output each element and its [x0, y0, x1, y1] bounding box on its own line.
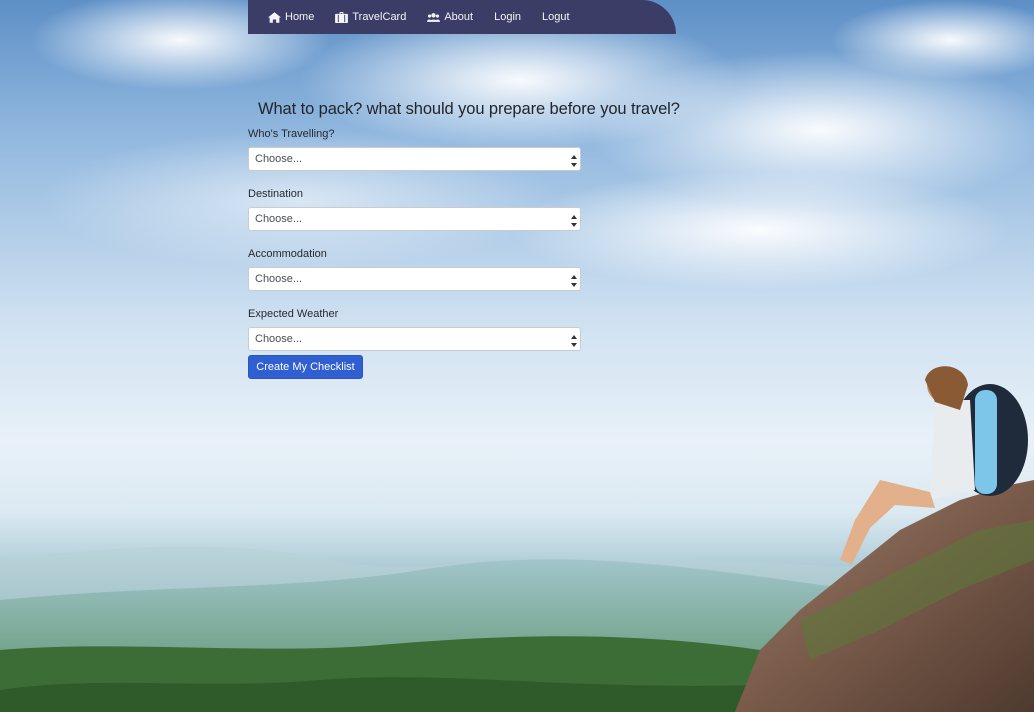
users-icon — [427, 12, 441, 23]
weather-select[interactable]: Choose... — [248, 327, 581, 351]
accommodation-label: Accommodation — [248, 248, 327, 260]
weather-label: Expected Weather — [248, 308, 339, 320]
nav-home[interactable]: Home — [268, 11, 314, 23]
suitcase-icon — [335, 11, 349, 23]
nav-home-label: Home — [285, 11, 315, 23]
accommodation-select[interactable]: Choose... — [248, 267, 581, 291]
weather-selected-value: Choose... — [255, 333, 303, 345]
nav-logout[interactable]: Logut — [542, 11, 570, 23]
nav-login-label: Login — [494, 11, 522, 23]
nav-about[interactable]: About — [427, 11, 473, 23]
destination-select[interactable]: Choose... — [248, 207, 581, 231]
field-accommodation: Accommodation Choose... — [248, 247, 582, 291]
nav-travelcard[interactable]: TravelCard — [335, 11, 406, 23]
home-icon — [268, 11, 281, 23]
accommodation-selected-value: Choose... — [255, 273, 303, 285]
travellers-select[interactable]: Choose... — [248, 147, 581, 171]
field-destination: Destination Choose... — [248, 187, 582, 231]
create-checklist-button[interactable]: Create My Checklist — [248, 355, 363, 379]
nav-about-label: About — [444, 11, 474, 23]
destination-label: Destination — [248, 188, 304, 200]
select-arrows-icon — [571, 273, 577, 287]
select-arrows-icon — [571, 153, 577, 167]
field-travellers: Who's Travelling? Choose... — [248, 127, 582, 171]
packing-form: Who's Travelling? Choose... Destination … — [248, 127, 582, 367]
travellers-label: Who's Travelling? — [248, 128, 335, 140]
destination-selected-value: Choose... — [255, 213, 303, 225]
select-arrows-icon — [571, 213, 577, 227]
nav-travelcard-label: TravelCard — [352, 11, 407, 23]
nav-logout-label: Logut — [542, 11, 570, 23]
page-title: What to pack? what should you prepare be… — [258, 100, 680, 118]
top-navbar: Home TravelCard About Login Logut — [248, 0, 676, 34]
field-weather: Expected Weather Choose... — [248, 307, 582, 351]
travellers-selected-value: Choose... — [255, 153, 303, 165]
nav-login[interactable]: Login — [494, 11, 521, 23]
select-arrows-icon — [571, 333, 577, 347]
